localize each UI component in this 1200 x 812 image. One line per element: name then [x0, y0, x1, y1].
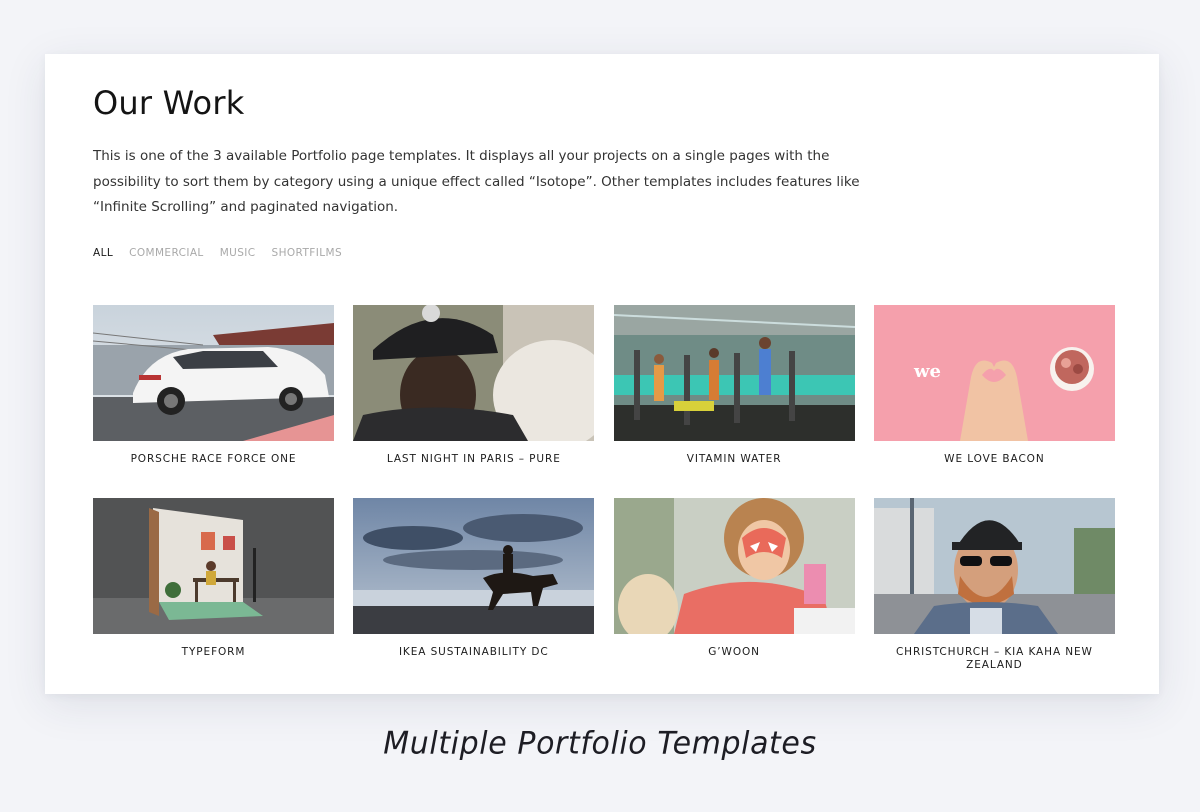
child-face-paint-image[interactable]: [613, 498, 855, 634]
project-title[interactable]: LAST NIGHT IN PARIS – PURE: [353, 453, 594, 466]
category-filters: ALL COMMERCIAL MUSIC SHORTFILMS: [93, 247, 342, 259]
portfolio-item[interactable]: LAST NIGHT IN PARIS – PURE: [353, 305, 595, 498]
portfolio-card: Our Work This is one of the 3 available …: [45, 54, 1159, 694]
portfolio-item[interactable]: VITAMIN WATER: [613, 305, 855, 498]
project-title[interactable]: VITAMIN WATER: [614, 453, 855, 466]
portfolio-item[interactable]: CHRISTCHURCH – KIA KAHA NEW ZEALAND: [873, 498, 1115, 691]
filter-all[interactable]: ALL: [93, 247, 113, 259]
man-in-cap-portrait-image[interactable]: [353, 305, 595, 441]
portfolio-item[interactable]: IKEA SUSTAINABILITY DC: [353, 498, 595, 691]
horse-rider-on-beach-image[interactable]: [353, 498, 595, 634]
project-title[interactable]: WE LOVE BACON: [874, 453, 1115, 466]
portfolio-item[interactable]: we WE LOVE BACON: [873, 305, 1115, 498]
filter-shortfilms[interactable]: SHORTFILMS: [272, 247, 342, 259]
project-title[interactable]: TYPEFORM: [93, 646, 334, 659]
project-title[interactable]: IKEA SUSTAINABILITY DC: [353, 646, 594, 659]
portfolio-item[interactable]: G’WOON: [613, 498, 855, 691]
pink-heart-hands-bacon-image[interactable]: we: [873, 305, 1115, 441]
room-set-with-desk-image[interactable]: [93, 498, 334, 634]
footer-tagline: Multiple Portfolio Templates: [383, 725, 817, 762]
portfolio-grid: PORSCHE RACE FORCE ONE LAST NIGHT IN PAR…: [93, 305, 1115, 691]
intro-paragraph: This is one of the 3 available Portfolio…: [93, 148, 860, 215]
project-title[interactable]: G’WOON: [614, 646, 855, 659]
bearded-man-sunglasses-image[interactable]: [873, 498, 1115, 634]
white-suv-on-racetrack-image[interactable]: [93, 305, 334, 441]
filter-music[interactable]: MUSIC: [220, 247, 256, 259]
portfolio-item[interactable]: PORSCHE RACE FORCE ONE: [93, 305, 334, 498]
filter-commercial[interactable]: COMMERCIAL: [129, 247, 204, 259]
gym-treadmills-image[interactable]: [613, 305, 855, 441]
project-title[interactable]: PORSCHE RACE FORCE ONE: [93, 453, 334, 466]
page-title: Our Work: [93, 84, 245, 122]
portfolio-item[interactable]: TYPEFORM: [93, 498, 334, 691]
project-title[interactable]: CHRISTCHURCH – KIA KAHA NEW ZEALAND: [874, 646, 1115, 672]
svg-text:we: we: [913, 361, 941, 382]
